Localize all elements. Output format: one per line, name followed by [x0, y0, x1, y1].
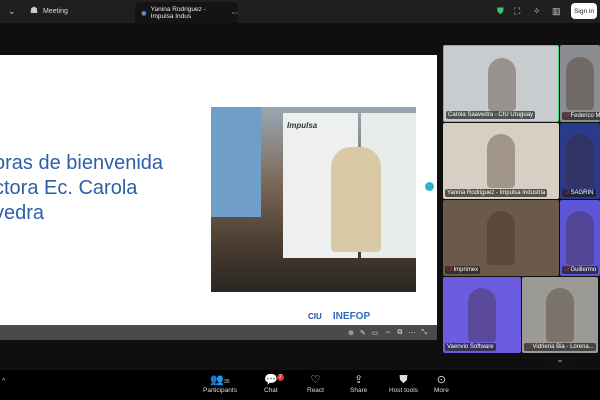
participant-tile[interactable]: Vaenvio Software	[443, 277, 521, 353]
participant-name: Vaenvio Software	[445, 343, 496, 351]
participant-tile[interactable]: Carola Saavedra - CIU Uruguay	[443, 45, 559, 122]
speaker	[331, 147, 381, 252]
fullscreen-icon[interactable]: ⛶	[514, 6, 520, 17]
zoom-icon: ◉	[141, 9, 147, 17]
participant-tile[interactable]: 🎙̸ Vidrieria Bia - Lorena...	[522, 277, 598, 353]
participants-icon: 👥35	[210, 374, 230, 386]
share-icon: ⇪	[354, 374, 364, 386]
chevron-down-icon[interactable]: ⌄	[8, 6, 16, 17]
participant-name: 🎙̸ Federico M	[562, 112, 600, 120]
participant-tile[interactable]: 🎙̸ SAGRIN	[560, 123, 600, 199]
muted-mic-icon: 🎙̸	[447, 267, 452, 273]
participant-video	[488, 57, 516, 112]
window-icon[interactable]: ⧉	[397, 329, 402, 337]
muted-mic-icon: 🎙̸	[564, 267, 569, 273]
shield-icon[interactable]: ⛊	[497, 6, 504, 17]
more-icon[interactable]: ⋯	[408, 329, 415, 337]
slide-heading: oras de bienvenida ctora Ec. Carola vedr…	[0, 152, 164, 224]
participant-video	[566, 211, 594, 265]
projector-screen	[211, 107, 261, 217]
slide-toolbar: ⊕ ✎ ▭ ⇔ ⧉ ⋯ ⤡	[0, 325, 437, 340]
participants-button[interactable]: 👥35 Participants	[203, 373, 237, 394]
participant-video	[546, 288, 574, 342]
chat-icon: 💬	[264, 374, 278, 386]
heart-icon: ♡	[310, 374, 321, 386]
more-icon: ⊙	[436, 374, 447, 386]
slide-logos: CIU INEFOP	[308, 311, 371, 322]
sign-in-button[interactable]: Sign in	[571, 3, 597, 19]
chat-button[interactable]: 💬 2 Chat	[264, 373, 284, 394]
tab-title: Yanina Rodriguez - Impulsa Indus	[150, 5, 206, 20]
participant-name: Carola Saavedra - CIU Uruguay	[446, 111, 536, 119]
shield-icon: ⛊	[399, 374, 408, 386]
participant-video	[566, 56, 594, 111]
participant-video	[487, 134, 515, 188]
participant-name: 🎙̸ Imprimex	[445, 266, 481, 274]
meeting-toolbar: ^ 👥35 Participants 💬 2 Chat ♡ React ⇪ Share ⛊…	[0, 370, 600, 400]
cursor-icon	[425, 182, 434, 191]
meeting-icon: ☗	[30, 5, 39, 15]
host-tools-button[interactable]: ⛊ Host tools	[389, 373, 418, 394]
muted-mic-icon: 🎙̸	[564, 190, 569, 196]
participant-name: Yanina Rodriguez - Impulsa Industria	[445, 189, 548, 197]
participant-name: 🎙̸ SAGRIN	[562, 189, 596, 197]
meeting-tab[interactable]: ◉ Yanina Rodriguez - Impulsa Indus ⋯	[135, 2, 238, 23]
react-button[interactable]: ♡ React	[307, 373, 324, 394]
share-button[interactable]: ⇪ Share	[350, 373, 367, 394]
audio-options-chevron[interactable]: ^	[2, 378, 5, 385]
sparkle-icon[interactable]: ✧	[533, 6, 541, 17]
participant-name: 🎙̸ Vidrieria Bia - Lorena...	[524, 343, 596, 351]
participant-name: 🎙̸ Guillermo	[562, 266, 599, 274]
participant-video	[468, 288, 496, 342]
participant-video	[487, 211, 515, 265]
layout-icon[interactable]: ▥	[552, 6, 561, 17]
chat-badge: 2	[277, 374, 284, 381]
muted-mic-icon: 🎙̸	[564, 113, 569, 119]
slide-photo: Impulsa	[211, 107, 416, 292]
participant-tile[interactable]: Yanina Rodriguez - Impulsa Industria	[443, 123, 559, 199]
more-button[interactable]: ⊙ More	[434, 373, 449, 394]
zoom-in-icon[interactable]: ⊕	[348, 329, 354, 337]
participant-tile[interactable]: 🎙̸ Guillermo	[560, 200, 600, 276]
exit-fullscreen-icon[interactable]: ⤡	[421, 329, 427, 337]
fit-icon[interactable]: ⇔	[384, 329, 391, 336]
participant-video	[566, 134, 594, 188]
caption-icon[interactable]: ▭	[372, 329, 379, 337]
more-icon[interactable]: ⋯	[232, 9, 239, 17]
meeting-menu[interactable]: Meeting	[43, 8, 68, 15]
participant-tile[interactable]: 🎙̸ Federico M	[560, 45, 600, 122]
scroll-down-button[interactable]: ⌄	[545, 355, 575, 369]
participant-tile[interactable]: 🎙̸ Imprimex	[443, 200, 559, 276]
title-bar: ⌄ ☗ Meeting ◉ Yanina Rodriguez - Impulsa…	[0, 0, 600, 23]
annotate-icon[interactable]: ✎	[360, 329, 366, 337]
muted-mic-icon: 🎙̸	[526, 344, 531, 350]
